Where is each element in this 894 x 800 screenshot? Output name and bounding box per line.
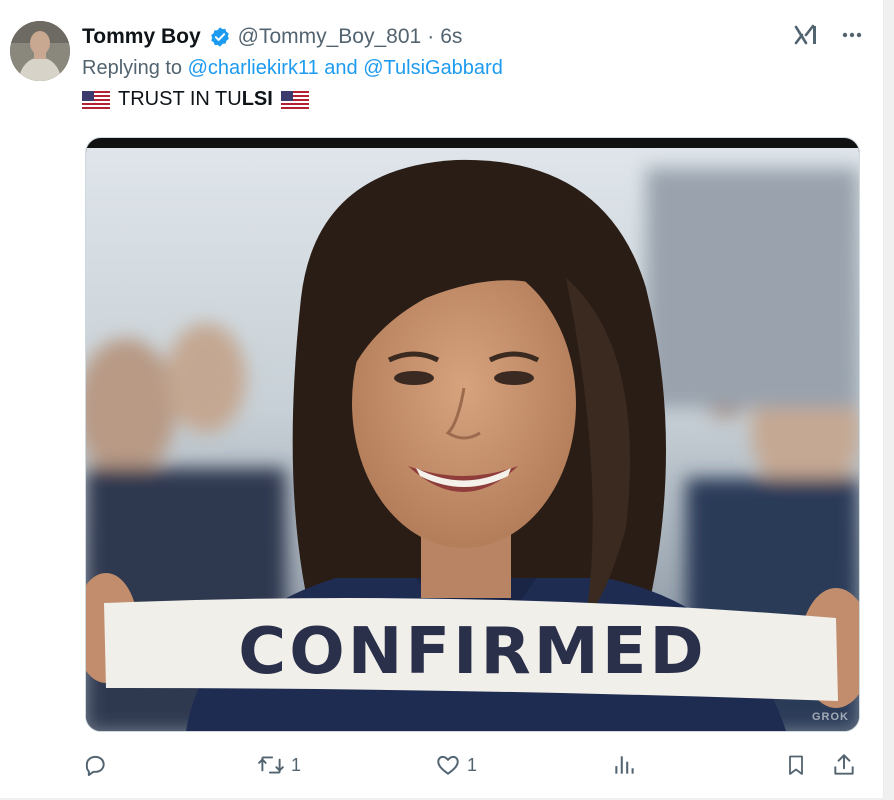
us-flag-icon [82,90,110,109]
replying-prefix: Replying to [82,57,183,79]
verified-badge-icon [209,26,231,48]
tweet-text-part-2: LSI [241,88,273,110]
tweet-card[interactable]: Tommy Boy @Tommy_Boy_801 · 6s Replying t… [0,0,884,798]
bookmark-button[interactable] [784,752,808,778]
retweet-count: 1 [291,754,302,775]
timestamp[interactable]: 6s [440,25,462,49]
banner-text: CONFIRMED [238,615,707,689]
replying-to: Replying to @charliekirk11 and @TulsiGab… [82,57,503,80]
reply-button[interactable] [82,752,114,778]
tweet-media-image[interactable]: CONFIRMED GROK [85,137,860,732]
tweet-text: TRUST IN TU LSI [82,88,309,111]
like-count: 1 [467,754,478,775]
share-button[interactable] [831,752,857,778]
retweet-button[interactable]: 1 [257,752,301,778]
top-actions [793,22,863,48]
more-icon[interactable] [841,24,863,46]
retweet-icon [257,752,285,778]
reply-icon [82,752,108,778]
like-icon [435,752,461,778]
views-icon [611,752,637,778]
bookmark-icon [784,752,808,778]
display-name[interactable]: Tommy Boy [82,25,201,49]
tweet-text-part-1: TRUST IN TU [118,88,242,110]
tweet-header: Tommy Boy @Tommy_Boy_801 · 6s [82,23,462,51]
grok-icon[interactable] [793,22,819,48]
avatar[interactable] [10,21,70,81]
mention-and[interactable]: and [324,57,357,79]
user-handle[interactable]: @Tommy_Boy_801 [238,25,422,49]
tweet-action-bar: 1 1 [82,752,862,782]
separator-dot: · [427,25,435,48]
share-icon [831,752,857,778]
views-button[interactable] [611,752,643,778]
image-watermark: GROK [812,711,849,723]
media-image-content: CONFIRMED GROK [86,148,859,731]
us-flag-icon [280,90,309,109]
mention-tulsigabbard[interactable]: @TulsiGabbard [363,57,503,79]
mention-charliekirk11[interactable]: @charliekirk11 [188,57,319,79]
like-button[interactable]: 1 [435,752,477,778]
